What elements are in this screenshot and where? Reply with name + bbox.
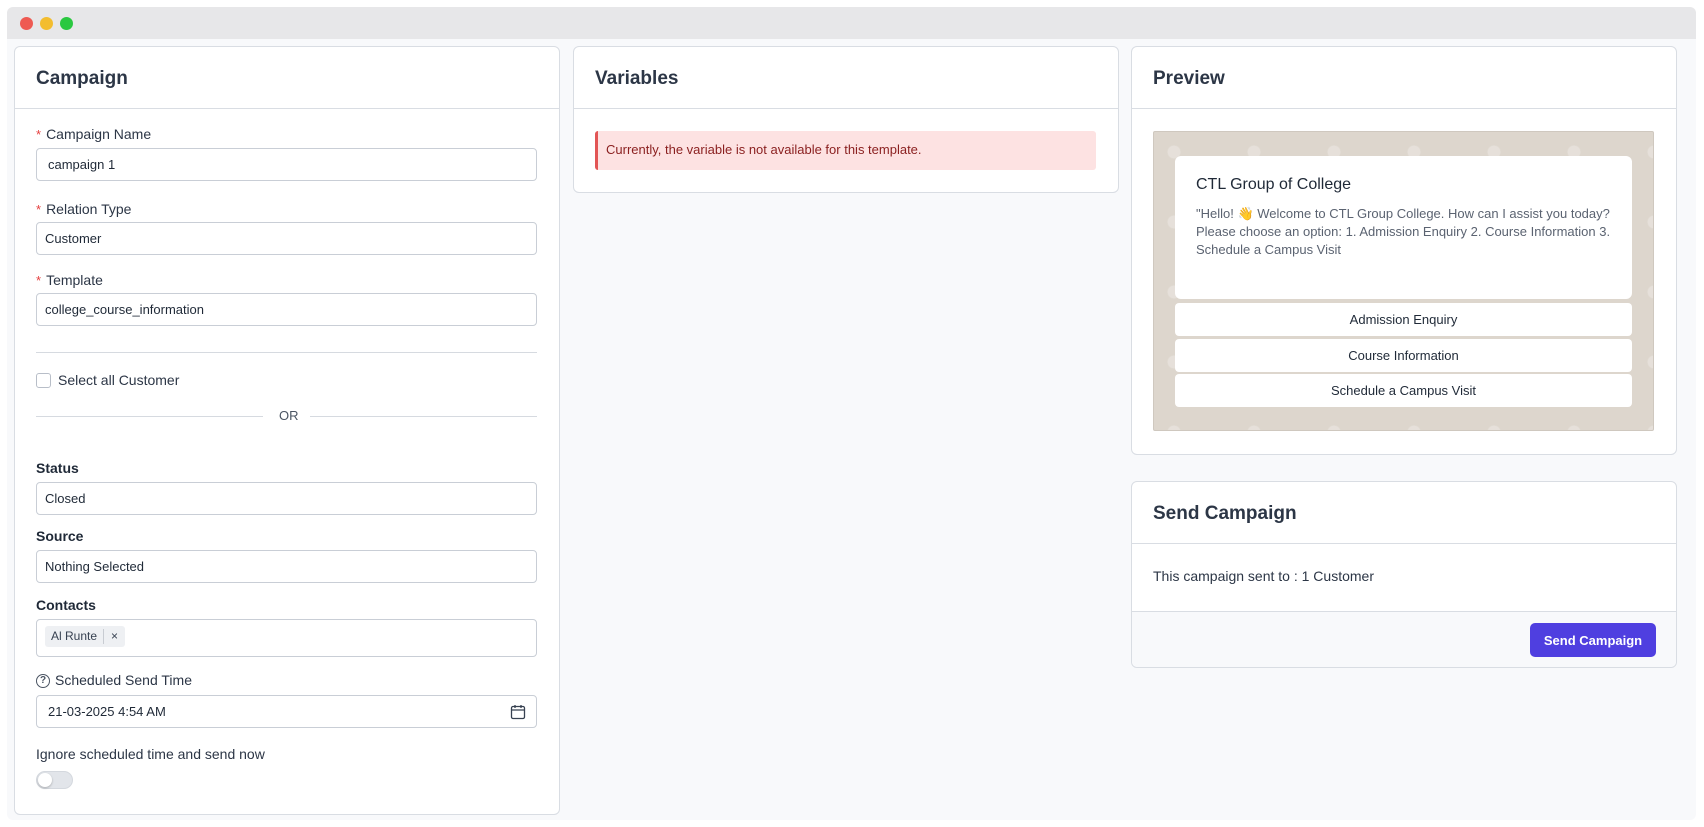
ignore-schedule-toggle[interactable] [36, 771, 73, 789]
or-text: OR [279, 408, 299, 423]
message-title: CTL Group of College [1196, 176, 1352, 193]
app-window: Campaign * Campaign Name campaign 1 * Rela… [7, 7, 1696, 820]
status-label: Status [36, 460, 79, 476]
select-all-checkbox[interactable] [36, 373, 51, 388]
help-circle-icon: ? [36, 674, 50, 688]
send-campaign-card: Send Campaign This campaign sent to : 1 … [1131, 481, 1677, 668]
scheduled-send-time-input[interactable]: 21-03-2025 4:54 AM [36, 695, 537, 728]
message-body: "Hello! 👋 Welcome to CTL Group College. … [1196, 206, 1611, 257]
ignore-schedule-label: Ignore scheduled time and send now [36, 746, 265, 762]
scheduled-send-time-value: 21-03-2025 4:54 AM [48, 704, 166, 719]
send-campaign-footer: Send Campaign [1132, 611, 1676, 667]
send-campaign-card-title: Send Campaign [1132, 482, 1676, 544]
status-select[interactable]: Closed [36, 482, 537, 515]
required-marker: * [36, 127, 42, 142]
maximize-window-button[interactable] [60, 17, 73, 30]
window-titlebar [7, 7, 1696, 39]
required-marker: * [36, 202, 42, 217]
calendar-icon[interactable] [510, 704, 526, 720]
campaign-name-input[interactable]: campaign 1 [36, 148, 537, 181]
quick-reply-admission-enquiry[interactable]: Admission Enquiry [1175, 303, 1632, 336]
contact-chip-label: Al Runte [45, 629, 105, 644]
relation-type-label: * Relation Type [36, 201, 132, 217]
quick-reply-schedule-campus-visit[interactable]: Schedule a Campus Visit [1175, 374, 1632, 407]
no-variables-alert: Currently, the variable is not available… [595, 131, 1096, 170]
section-divider [36, 352, 537, 353]
chip-remove-icon[interactable]: × [104, 621, 125, 652]
or-divider-left [36, 416, 263, 417]
source-select[interactable]: Nothing Selected [36, 550, 537, 583]
campaign-name-label: * Campaign Name [36, 126, 152, 142]
contact-chip: Al Runte × [45, 626, 126, 647]
contacts-label: Contacts [36, 597, 96, 613]
toggle-knob [38, 773, 52, 787]
variables-card-title: Variables [574, 47, 1118, 109]
send-summary-text: This campaign sent to : 1 Customer [1153, 568, 1374, 584]
relation-type-select[interactable]: Customer [36, 222, 537, 255]
preview-card: Preview CTL Group of College "Hello! 👋 W… [1131, 46, 1677, 455]
template-select[interactable]: college_course_information [36, 293, 537, 326]
template-label: * Template [36, 272, 103, 288]
or-divider-right [310, 416, 537, 417]
quick-reply-course-information[interactable]: Course Information [1175, 339, 1632, 372]
variables-card: Variables Currently, the variable is not… [573, 46, 1119, 193]
select-all-label: Select all Customer [58, 372, 180, 388]
campaign-card: Campaign * Campaign Name campaign 1 * Rela… [14, 46, 560, 815]
minimize-window-button[interactable] [40, 17, 53, 30]
preview-card-title: Preview [1132, 47, 1676, 109]
required-marker: * [36, 273, 42, 288]
message-bubble: CTL Group of College "Hello! 👋 Welcome t… [1175, 156, 1632, 299]
source-label: Source [36, 528, 84, 544]
close-window-button[interactable] [20, 17, 33, 30]
chat-preview-background: CTL Group of College "Hello! 👋 Welcome t… [1153, 131, 1654, 431]
campaign-card-title: Campaign [15, 47, 559, 109]
send-campaign-button[interactable]: Send Campaign [1530, 623, 1656, 657]
contacts-multiselect[interactable]: Al Runte × [36, 619, 537, 657]
scheduled-send-time-label: Scheduled Send Time [55, 672, 192, 688]
